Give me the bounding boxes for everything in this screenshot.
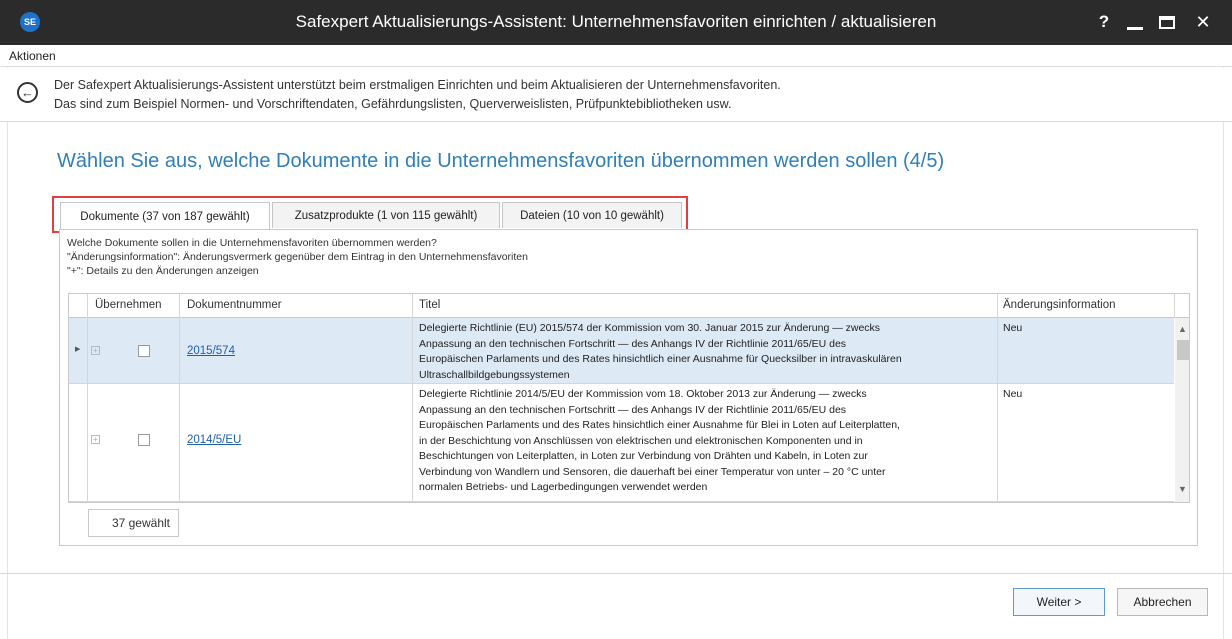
row-indicator-icon: ▶: [75, 346, 81, 353]
column-divider: [179, 294, 180, 502]
footer-divider: [0, 573, 1232, 574]
document-title: Delegierte Richtlinie (EU) 2015/574 der …: [419, 322, 902, 381]
column-divider: [1174, 294, 1175, 318]
help-button[interactable]: ?: [1094, 10, 1114, 34]
menu-item-aktionen[interactable]: Aktionen: [9, 49, 56, 63]
scroll-thumb[interactable]: [1177, 340, 1189, 360]
row-header-divider: [87, 294, 88, 502]
column-header-dokumentnummer[interactable]: Dokumentnummer: [187, 299, 282, 311]
document-title: Delegierte Richtlinie 2014/5/EU der Komm…: [419, 388, 900, 493]
table-header: Übernehmen Dokumentnummer Titel Änderung…: [69, 294, 1189, 318]
title-bar: SE Safexpert Aktualisierungs-Assistent: …: [0, 0, 1232, 45]
description-line-3: "+": Details zu den Änderungen anzeigen: [67, 265, 259, 277]
uebernehmen-checkbox[interactable]: [138, 434, 150, 446]
vertical-scrollbar[interactable]: ▲ ▼: [1175, 318, 1189, 502]
table-row[interactable]: + 2014/5/EU Delegierte Richtlinie 2014/5…: [69, 384, 1174, 502]
document-number-link[interactable]: 2014/5/EU: [187, 434, 241, 446]
table-row[interactable]: ▶ + 2015/574 Delegierte Richtlinie (EU) …: [69, 318, 1174, 384]
menu-bar: Aktionen: [0, 45, 1232, 67]
change-info: Neu: [1003, 322, 1023, 334]
tab-zusatzprodukte[interactable]: Zusatzprodukte (1 von 115 gewählt): [272, 202, 500, 228]
expand-plus-icon[interactable]: +: [91, 346, 100, 355]
window-title: Safexpert Aktualisierungs-Assistent: Unt…: [295, 12, 937, 31]
scroll-up-icon[interactable]: ▲: [1178, 324, 1187, 334]
tab-dateien[interactable]: Dateien (10 von 10 gewählt): [502, 202, 682, 228]
document-number-link[interactable]: 2015/574: [187, 345, 235, 357]
info-text-line-2: Das sind zum Beispiel Normen- und Vorsch…: [54, 97, 732, 111]
description-line-2: "Änderungsinformation": Änderungsvermerk…: [67, 251, 528, 263]
minimize-button[interactable]: [1122, 10, 1148, 34]
close-button[interactable]: ✕: [1190, 10, 1216, 34]
documents-table: Übernehmen Dokumentnummer Titel Änderung…: [68, 293, 1190, 503]
window-left-border: [0, 67, 8, 639]
column-header-aenderungsinformation[interactable]: Änderungsinformation: [1003, 299, 1116, 311]
selection-count: 37 gewählt: [88, 509, 179, 537]
next-button[interactable]: Weiter >: [1013, 588, 1105, 616]
column-divider: [997, 294, 998, 502]
description-line-1: Welche Dokumente sollen in die Unternehm…: [67, 237, 437, 249]
maximize-button[interactable]: [1154, 10, 1180, 34]
window-right-border: [1223, 67, 1232, 639]
info-text-line-1: Der Safexpert Aktualisierungs-Assistent …: [54, 78, 781, 92]
page-title: Wählen Sie aus, welche Dokumente in die …: [57, 150, 945, 172]
expand-plus-icon[interactable]: +: [91, 435, 100, 444]
cancel-button[interactable]: Abbrechen: [1117, 588, 1208, 616]
scroll-down-icon[interactable]: ▼: [1178, 484, 1187, 494]
change-info: Neu: [1003, 388, 1023, 400]
column-header-titel[interactable]: Titel: [419, 299, 440, 311]
maximize-icon: [1159, 15, 1175, 29]
minimize-icon: [1127, 26, 1143, 30]
column-divider: [412, 294, 413, 502]
tab-dokumente[interactable]: Dokumente (37 von 187 gewählt): [60, 202, 270, 230]
info-bar: ← Der Safexpert Aktualisierungs-Assisten…: [0, 68, 1232, 122]
uebernehmen-checkbox[interactable]: [138, 345, 150, 357]
back-arrow-icon[interactable]: ←: [17, 82, 38, 103]
column-header-uebernehmen[interactable]: Übernehmen: [95, 299, 161, 311]
